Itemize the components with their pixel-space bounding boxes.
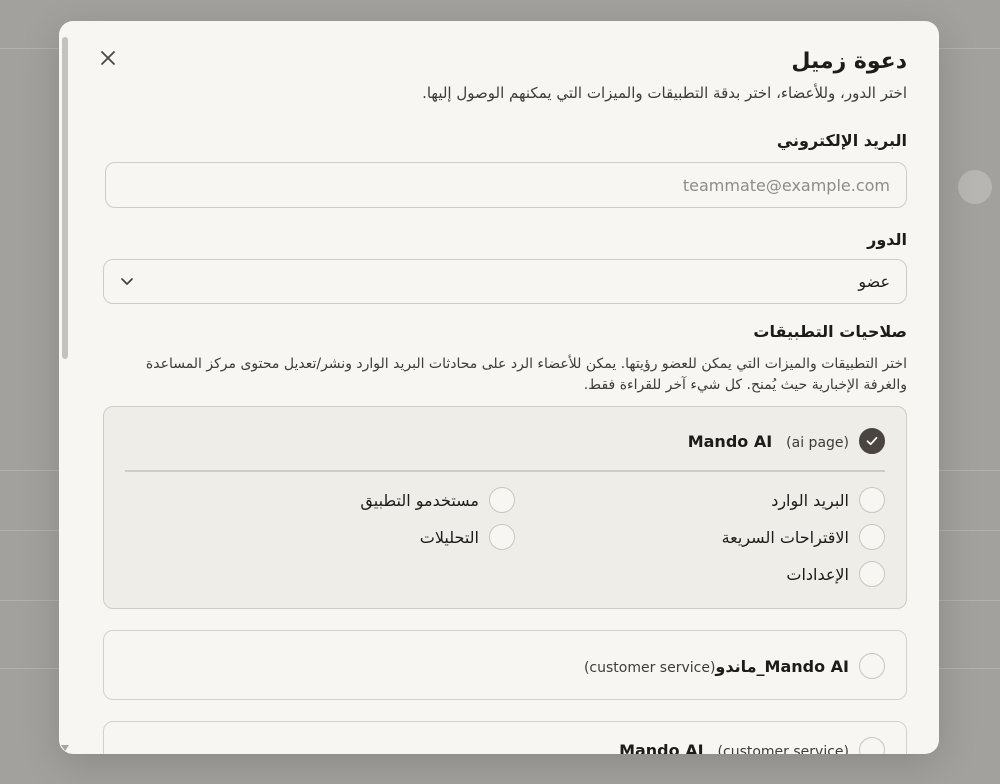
scrollbar[interactable] [59, 21, 71, 754]
feature-settings[interactable]: الإعدادات [786, 561, 885, 587]
close-icon [101, 51, 115, 65]
role-selected-value: عضو [858, 272, 890, 291]
feature-label: البريد الوارد [771, 490, 849, 510]
chevron-down-icon [121, 278, 133, 285]
app-name: Mando AI [619, 740, 704, 755]
app-card-mando-customer-service[interactable]: Mando AI_ماندو (customer service) [103, 630, 907, 700]
check-icon [866, 436, 878, 446]
app-card-header[interactable]: (ai page) Mando AI [688, 427, 885, 455]
role-label: الدور [867, 230, 907, 249]
permissions-description: اختر التطبيقات والميزات التي يمكن للعضو … [145, 356, 907, 393]
app-type: (customer service) [583, 659, 716, 676]
app-card-mando-ai-customer-service[interactable]: (customer service) Mando AI [103, 721, 907, 754]
permissions-heading: صلاحيات التطبيقات [753, 322, 907, 341]
app-checkbox[interactable] [859, 653, 885, 679]
card-divider [125, 470, 885, 472]
feature-label: مستخدمو التطبيق [360, 490, 479, 510]
email-field[interactable] [105, 162, 907, 208]
dialog-subtitle: اختر الدور، وللأعضاء، اختر بدقة التطبيقا… [422, 84, 907, 102]
app-card-header[interactable]: (customer service) Mando AI [619, 736, 885, 754]
app-card-mando-ai-page: (ai page) Mando AI البريد الوارد مستخدمو… [103, 406, 907, 609]
role-select[interactable]: عضو [103, 259, 907, 304]
app-type: (customer service) [717, 743, 849, 755]
feature-checkbox[interactable] [859, 487, 885, 513]
background-avatar [958, 170, 992, 204]
feature-inbox[interactable]: البريد الوارد [771, 487, 885, 513]
feature-label: الاقتراحات السريعة [721, 527, 849, 547]
app-type: (ai page) [786, 434, 849, 451]
feature-quick-suggestions[interactable]: الاقتراحات السريعة [722, 524, 885, 550]
dialog-title: دعوة زميل [791, 49, 907, 74]
email-label: البريد الإلكتروني [776, 131, 907, 150]
feature-analytics[interactable]: التحليلات [420, 524, 515, 550]
scrollbar-thumb[interactable] [62, 37, 68, 359]
app-name: Mando AI [687, 431, 773, 451]
app-checkbox[interactable] [859, 428, 885, 454]
invite-dialog: دعوة زميل اختر الدور، وللأعضاء، اختر بدق… [59, 21, 939, 754]
feature-label: التحليلات [419, 527, 479, 547]
scroll-down-arrow-icon[interactable] [61, 745, 69, 751]
feature-label: الإعدادات [786, 564, 849, 584]
close-button[interactable] [97, 47, 119, 69]
feature-checkbox[interactable] [859, 561, 885, 587]
feature-checkbox[interactable] [489, 524, 515, 550]
app-card-header[interactable]: Mando AI_ماندو (customer service) [584, 652, 885, 680]
feature-checkbox[interactable] [489, 487, 515, 513]
feature-app-users[interactable]: مستخدمو التطبيق [360, 487, 515, 513]
feature-checkbox[interactable] [859, 524, 885, 550]
app-checkbox[interactable] [859, 737, 885, 754]
app-name: Mando AI_ماندو [715, 656, 849, 676]
